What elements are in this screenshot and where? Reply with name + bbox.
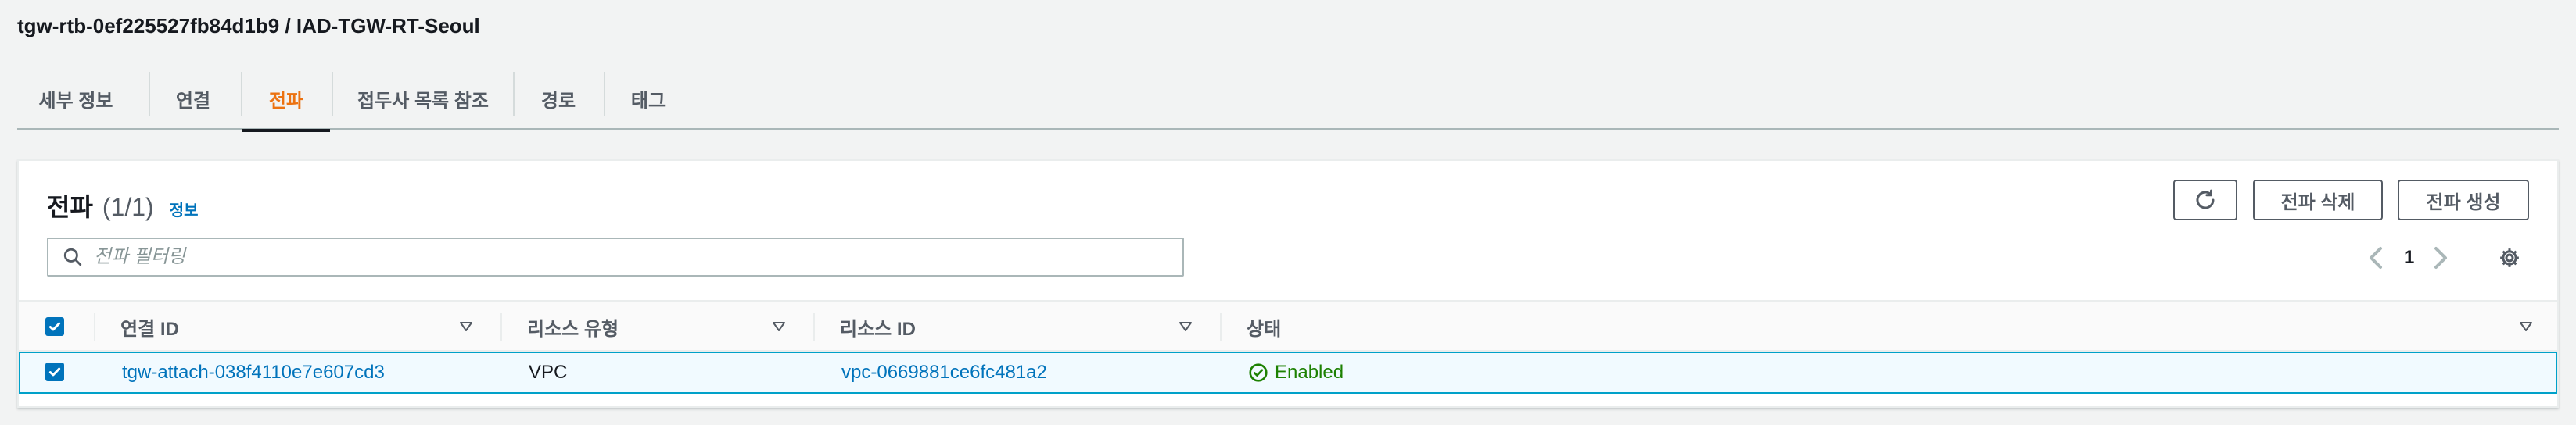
tab-routes[interactable]: 경로	[515, 67, 602, 130]
checkmark-icon	[48, 367, 61, 377]
tab-label: 연결	[175, 90, 211, 112]
column-header-resource-type[interactable]: 리소스 유형	[527, 302, 619, 352]
sort-icon[interactable]	[771, 320, 787, 333]
sort-icon[interactable]	[458, 320, 474, 333]
column-divider	[94, 312, 95, 341]
item-count: (1/1)	[102, 193, 154, 221]
refresh-button[interactable]	[2173, 180, 2237, 220]
resource-id-link[interactable]: vpc-0669881ce6fc481a2	[841, 353, 1047, 392]
tab-label: 태그	[630, 90, 666, 112]
pagination: 1	[2365, 242, 2452, 273]
panel-title: 전파	[47, 193, 93, 221]
sort-icon[interactable]	[2518, 320, 2534, 333]
tab-attachments[interactable]: 연결	[150, 67, 236, 130]
check-circle-icon	[1249, 363, 1268, 382]
column-label: 리소스 유형	[527, 318, 619, 340]
tab-label: 접두사 목록 참조	[357, 90, 489, 112]
column-label: 연결 ID	[120, 318, 179, 340]
resource-type-cell: VPC	[529, 362, 568, 383]
tab-tags[interactable]: 태그	[605, 67, 691, 130]
create-button-label: 전파 생성	[2426, 191, 2501, 213]
delete-propagation-button[interactable]: 전파 삭제	[2253, 180, 2383, 220]
tab-bar: 세부 정보 연결 전파 접두사 목록 참조 경로 태그	[17, 67, 2559, 132]
row-checkbox[interactable]	[45, 362, 64, 381]
panel-header: 전파 (1/1) 정보	[47, 188, 199, 223]
chevron-left-icon[interactable]	[2365, 245, 2387, 270]
column-divider	[500, 312, 502, 341]
page-number[interactable]: 1	[2404, 247, 2414, 269]
checkmark-icon	[48, 322, 61, 331]
create-propagation-button[interactable]: 전파 생성	[2398, 180, 2529, 220]
page-title: tgw-rtb-0ef225527fb84d1b9 / IAD-TGW-RT-S…	[17, 14, 480, 38]
tab-label: 경로	[540, 90, 576, 112]
column-label: 상태	[1247, 318, 1282, 340]
column-header-status[interactable]: 상태	[1247, 302, 1281, 352]
tab-propagations[interactable]: 전파	[242, 67, 330, 132]
info-link[interactable]: 정보	[170, 198, 199, 220]
settings-button[interactable]	[2498, 242, 2521, 273]
column-divider	[813, 312, 815, 341]
status-text: Enabled	[1275, 362, 1344, 383]
tab-label: 전파	[268, 90, 304, 112]
tab-details[interactable]: 세부 정보	[17, 67, 135, 130]
tab-prefix-list-references[interactable]: 접두사 목록 참조	[333, 67, 513, 130]
sort-icon[interactable]	[1178, 320, 1193, 333]
status-cell: Enabled	[1248, 353, 1344, 392]
chevron-right-icon[interactable]	[2430, 245, 2452, 270]
table-header: 연결 ID 리소스 유형 리소스 ID 상태	[19, 300, 2557, 352]
column-divider	[1220, 312, 1222, 341]
search-icon	[63, 248, 82, 266]
refresh-icon	[2196, 189, 2215, 209]
propagations-panel: 전파 (1/1) 정보 전파 삭제 전파 생성 1 연결	[17, 159, 2559, 408]
column-label: 리소스 ID	[840, 318, 916, 340]
attachment-id-link[interactable]: tgw-attach-038f4110e7e607cd3	[122, 353, 385, 392]
column-header-resource-id[interactable]: 리소스 ID	[840, 302, 916, 352]
search-input[interactable]	[94, 246, 1157, 268]
select-all-checkbox[interactable]	[45, 317, 64, 336]
tab-label: 세부 정보	[38, 90, 113, 112]
gear-icon	[2500, 248, 2519, 267]
search-field	[47, 238, 1184, 277]
delete-button-label: 전파 삭제	[2280, 191, 2355, 213]
table-row[interactable]: tgw-attach-038f4110e7e607cd3 VPC vpc-066…	[19, 352, 2557, 394]
column-header-attachment-id[interactable]: 연결 ID	[120, 302, 179, 352]
